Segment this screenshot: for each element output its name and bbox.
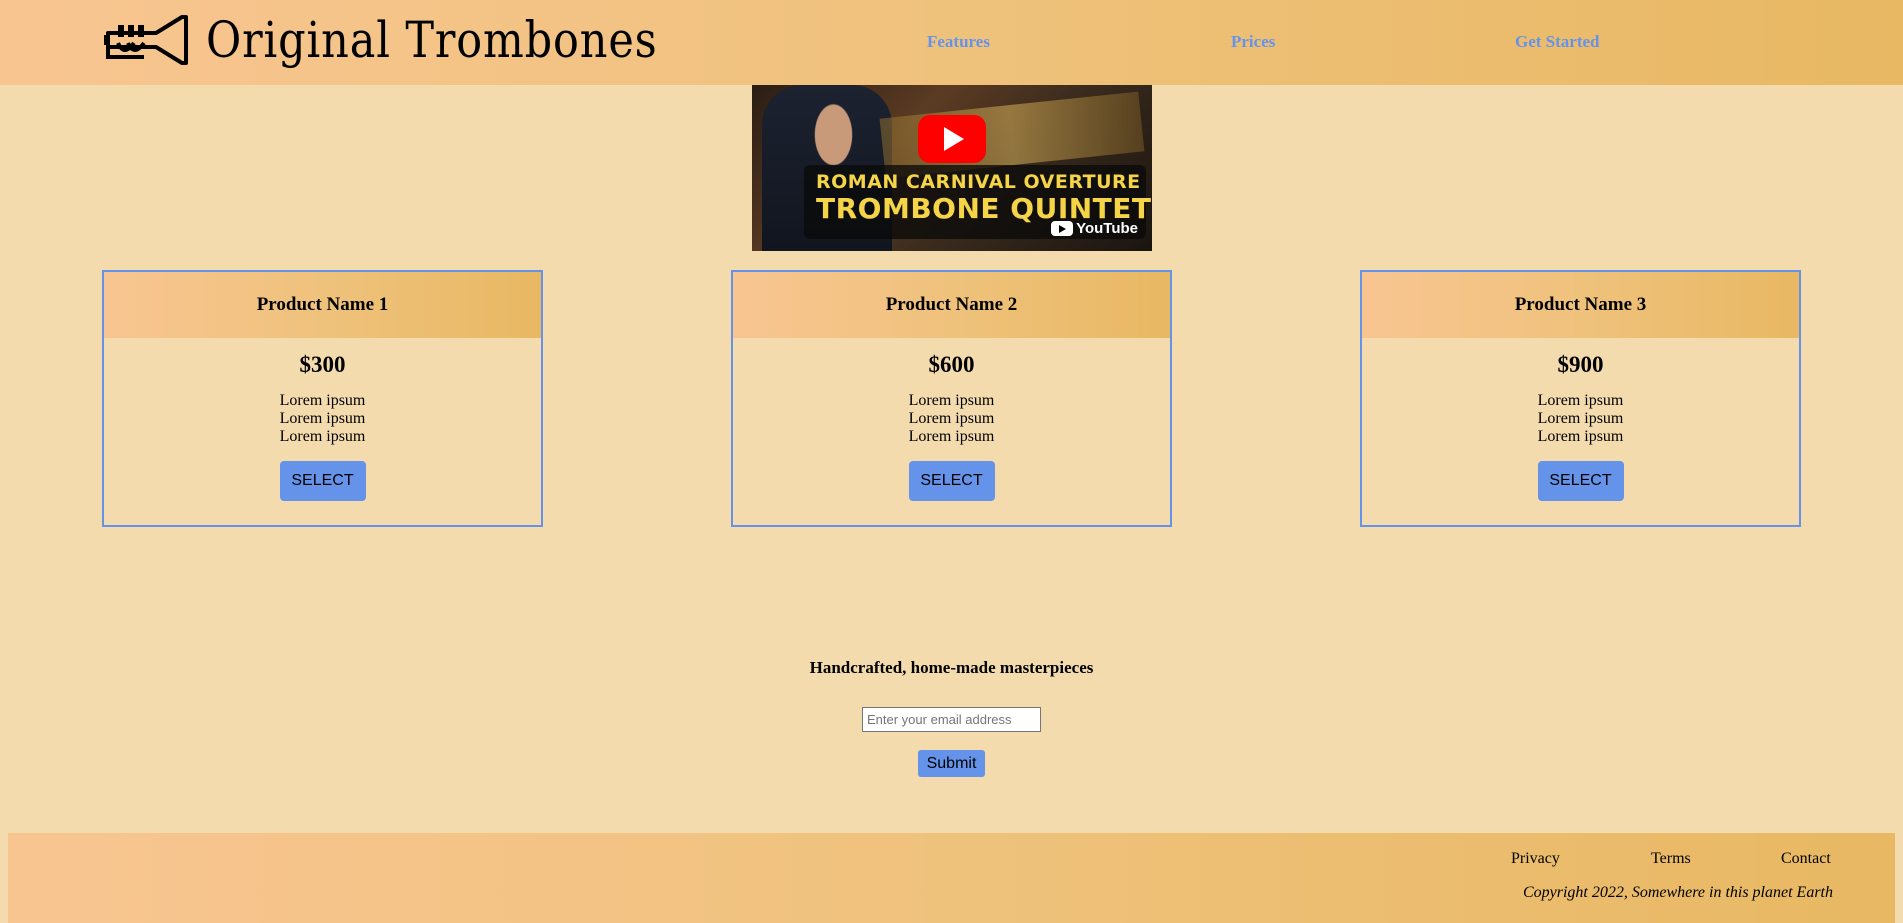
feature-item: Lorem ipsum — [279, 410, 366, 427]
youtube-icon — [1051, 221, 1074, 236]
logo[interactable]: Original Trombones — [104, 10, 731, 70]
tagline: Handcrafted, home-made masterpieces — [809, 658, 1094, 677]
footer-link-contact[interactable]: Contact — [1781, 850, 1831, 868]
product-features: Lorem ipsum Lorem ipsum Lorem ipsum — [104, 392, 541, 446]
feature-item: Lorem ipsum — [279, 392, 366, 409]
play-icon[interactable] — [918, 115, 986, 163]
feature-item: Lorem ipsum — [1537, 392, 1624, 409]
product-name: Product Name 2 — [733, 272, 1170, 338]
feature-item: Lorem ipsum — [908, 410, 995, 427]
product-price: $600 — [928, 352, 975, 377]
video-title-line1: ROMAN CARNIVAL OVERTURE — [816, 171, 1141, 193]
footer-link-terms[interactable]: Terms — [1651, 850, 1691, 868]
submit-button[interactable]: Submit — [918, 750, 985, 777]
product-card: Product Name 2 $600 Lorem ipsum Lorem ip… — [731, 270, 1172, 527]
site-footer: Privacy Terms Contact Copyright 2022, So… — [8, 833, 1895, 923]
email-field[interactable] — [862, 707, 1041, 732]
product-price: $300 — [299, 352, 346, 377]
select-button[interactable]: SELECT — [1537, 461, 1624, 501]
product-card: Product Name 3 $900 Lorem ipsum Lorem ip… — [1360, 270, 1801, 527]
nav-link-prices[interactable]: Prices — [1231, 32, 1275, 52]
video-embed[interactable]: ROMAN CARNIVAL OVERTURE TROMBONE QUINTET… — [752, 85, 1152, 251]
youtube-label: YouTube — [1076, 220, 1138, 237]
product-price: $900 — [1557, 352, 1604, 377]
product-name: Product Name 1 — [104, 272, 541, 338]
copyright: Copyright 2022, Somewhere in this planet… — [1522, 884, 1833, 901]
feature-item: Lorem ipsum — [908, 428, 995, 445]
product-features: Lorem ipsum Lorem ipsum Lorem ipsum — [733, 392, 1170, 446]
youtube-watermark[interactable]: YouTube — [1051, 220, 1138, 237]
site-header: Original Trombones Features Prices Get S… — [0, 0, 1903, 85]
product-name: Product Name 3 — [1362, 272, 1799, 338]
product-card: Product Name 1 $300 Lorem ipsum Lorem ip… — [102, 270, 543, 527]
nav-link-features[interactable]: Features — [927, 32, 990, 52]
select-button[interactable]: SELECT — [279, 461, 366, 501]
product-features: Lorem ipsum Lorem ipsum Lorem ipsum — [1362, 392, 1799, 446]
feature-item: Lorem ipsum — [1537, 410, 1624, 427]
video-title-line2: TROMBONE QUINTET — [816, 192, 1152, 225]
feature-item: Lorem ipsum — [908, 392, 995, 409]
nav-link-get-started[interactable]: Get Started — [1515, 32, 1600, 52]
footer-link-privacy[interactable]: Privacy — [1511, 850, 1560, 868]
select-button[interactable]: SELECT — [908, 461, 995, 501]
trumpet-icon — [104, 15, 188, 65]
feature-item: Lorem ipsum — [279, 428, 366, 445]
brand-name: Original Trombones — [206, 11, 658, 69]
feature-item: Lorem ipsum — [1537, 428, 1624, 445]
